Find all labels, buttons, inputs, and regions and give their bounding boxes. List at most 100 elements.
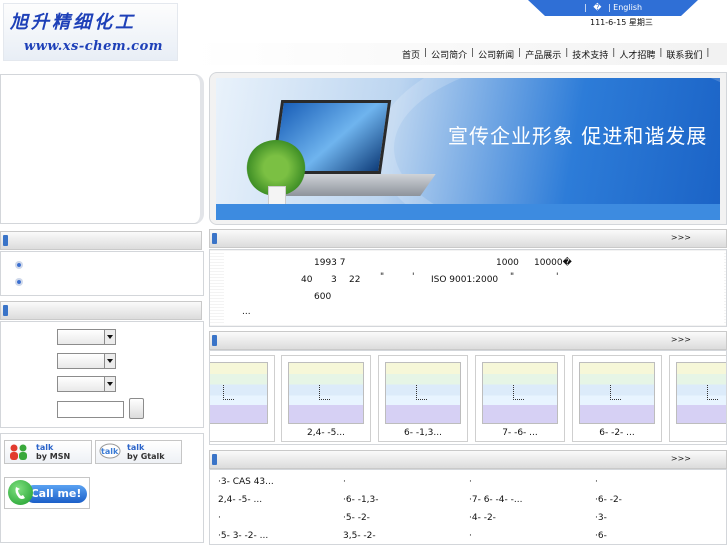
product-card[interactable] — [210, 355, 275, 442]
about-quote-2: " — [510, 272, 515, 282]
msn-talk-button[interactable]: talk by MSN — [4, 440, 92, 464]
main-nav: 首页 | 公司简介 | 公司新闻 | 产品展示 | 技术支持 | 人才招聘 | 联系我们 | — [402, 48, 713, 61]
site-logo[interactable]: 旭升精细化工 www.xs-chem.com — [3, 3, 178, 61]
banner-bottom-strip — [216, 204, 720, 220]
chevron-down-icon[interactable] — [104, 377, 115, 391]
msn-people-icon — [8, 443, 30, 461]
product-card[interactable] — [669, 355, 726, 442]
list-item[interactable]: ·4- -2- — [469, 513, 496, 523]
left-section-header-2 — [0, 301, 202, 320]
svg-text:talk: talk — [101, 447, 119, 456]
section-marker-icon — [3, 235, 8, 246]
banner-wave-decoration — [376, 78, 720, 220]
nav-separator: | — [659, 48, 663, 58]
gtalk-talk-label: talk — [127, 443, 145, 452]
product-image[interactable] — [385, 362, 461, 424]
product-image[interactable] — [676, 362, 726, 424]
about-year: 1993 7 — [314, 258, 346, 268]
product-card[interactable]: 2,4- -5... — [281, 355, 371, 442]
list-item[interactable]: ·6- -1,3- — [343, 495, 379, 505]
about-num-4: 600 — [314, 292, 332, 302]
list-item[interactable]: · — [343, 477, 346, 487]
banner-image: 宣传企业形象 促进和谐发展 — [216, 78, 720, 220]
product-list-header: >>> — [209, 450, 727, 469]
bullet-icon[interactable] — [15, 261, 23, 269]
search-button[interactable] — [129, 398, 144, 419]
call-me-button[interactable]: Call me! — [4, 477, 90, 509]
chevron-down-icon[interactable] — [104, 330, 115, 344]
about-ellipsis[interactable]: ... — [242, 307, 251, 317]
product-card[interactable]: 6- -1,3... — [378, 355, 468, 442]
list-item[interactable]: ·6- -2- — [595, 495, 622, 505]
product-caption[interactable]: 6- -1,3... — [379, 428, 467, 438]
about-more-link[interactable]: >>> — [671, 233, 691, 242]
product-image[interactable] — [482, 362, 558, 424]
about-value-a: 1000 — [496, 258, 519, 268]
products-section-header: >>> — [209, 331, 727, 350]
bullet-icon[interactable] — [15, 278, 23, 286]
nav-products[interactable]: 产品展示 — [525, 48, 561, 61]
chevron-down-icon[interactable] — [104, 354, 115, 368]
list-more-link[interactable]: >>> — [671, 454, 691, 463]
nav-about[interactable]: 公司简介 — [431, 48, 467, 61]
gtalk-bubble-icon: talk — [99, 443, 121, 461]
list-item[interactable]: ·3- — [595, 513, 607, 523]
about-mark-2: ' — [556, 272, 559, 282]
nav-separator: | — [565, 48, 569, 58]
nav-jobs[interactable]: 人才招聘 — [619, 48, 655, 61]
gtalk-button[interactable]: talk talk by Gtalk — [95, 440, 182, 464]
products-more-link[interactable]: >>> — [671, 335, 691, 344]
product-caption[interactable]: 7- -6- ... — [476, 428, 564, 438]
product-list-panel: ·3- CAS 43... · · · 2,4- -5- ... ·6- -1,… — [209, 469, 727, 545]
list-item[interactable]: · — [469, 531, 472, 541]
about-quote-1: " — [380, 272, 385, 282]
logo-chinese-name: 旭升精细化工 — [10, 12, 136, 33]
list-item[interactable]: ·7- 6- -4- -... — [469, 495, 522, 505]
search-select-1[interactable] — [57, 329, 116, 345]
nav-support[interactable]: 技术支持 — [572, 48, 608, 61]
nav-separator: | — [518, 48, 522, 58]
left-section-header-1 — [0, 231, 202, 250]
gtalk-by-label: by Gtalk — [127, 452, 165, 461]
product-image[interactable] — [210, 362, 268, 424]
section-marker-icon — [212, 335, 217, 346]
section-marker-icon — [3, 305, 8, 316]
about-num-2: 3 — [331, 275, 337, 285]
list-item[interactable]: ·6- — [595, 531, 607, 541]
msn-by-label: by MSN — [36, 452, 71, 461]
list-item[interactable]: 2,4- -5- ... — [218, 495, 262, 505]
lang-chinese-link[interactable]: � — [593, 3, 601, 12]
search-input[interactable] — [57, 401, 124, 418]
about-mark-1: ' — [412, 272, 415, 282]
about-section-header: >>> — [209, 229, 727, 248]
lang-separator: | — [583, 3, 587, 12]
nav-contact[interactable]: 联系我们 — [666, 48, 702, 61]
product-card[interactable]: 6- -2- ... — [572, 355, 662, 442]
product-card[interactable]: 7- -6- ... — [475, 355, 565, 442]
nav-separator: | — [612, 48, 616, 58]
nav-separator: | — [706, 48, 710, 58]
product-image[interactable] — [288, 362, 364, 424]
current-date: 111-6-15 星期三 — [590, 18, 653, 27]
product-caption[interactable]: 2,4- -5... — [282, 428, 370, 438]
product-image[interactable] — [579, 362, 655, 424]
about-panel: 1993 7 1000 10000� 40 3 22 " ' ISO 9001:… — [209, 249, 727, 327]
list-item[interactable]: 3,5- -2- — [343, 531, 376, 541]
lang-english-link[interactable]: | English — [608, 3, 642, 12]
nav-news[interactable]: 公司新闻 — [478, 48, 514, 61]
list-item[interactable]: ·5- -2- — [343, 513, 370, 523]
list-item[interactable]: · — [218, 513, 221, 523]
nav-home[interactable]: 首页 — [402, 48, 420, 61]
section-marker-icon — [212, 233, 217, 244]
product-caption[interactable]: 6- -2- ... — [573, 428, 661, 438]
list-item[interactable]: · — [469, 477, 472, 487]
list-item[interactable]: ·3- CAS 43... — [218, 477, 274, 487]
nav-separator: | — [471, 48, 475, 58]
list-item[interactable]: ·5- 3- -2- ... — [218, 531, 268, 541]
search-select-2[interactable] — [57, 353, 116, 369]
left-top-panel — [0, 74, 204, 224]
search-select-3[interactable] — [57, 376, 116, 392]
left-category-panel — [0, 251, 204, 296]
list-item[interactable]: · — [595, 477, 598, 487]
product-scroller: 2,4- -5... 6- -1,3... 7- -6- ... 6- -2- … — [209, 350, 727, 445]
